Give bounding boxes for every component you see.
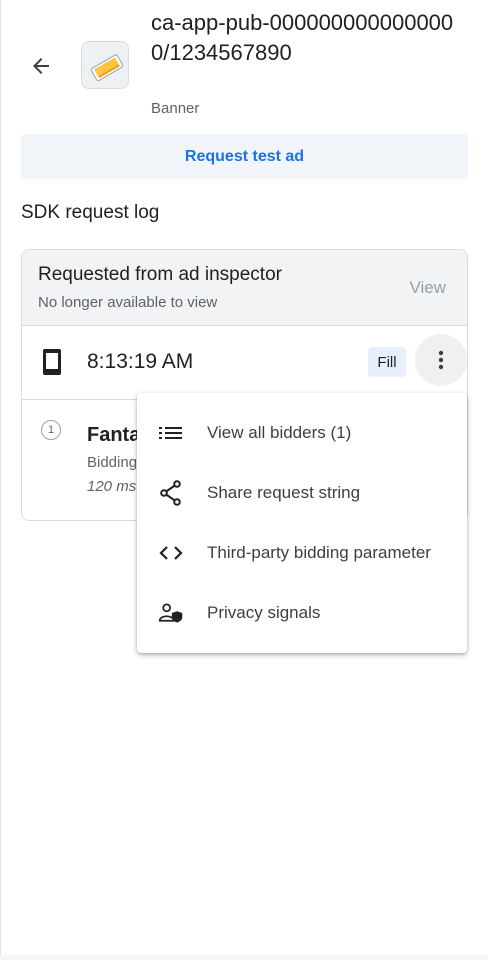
menu-item-privacy-signals[interactable]: Privacy signals: [137, 583, 467, 643]
app-icon: [81, 41, 129, 89]
log-card-subtitle: No longer available to view: [38, 294, 218, 311]
request-time: 8:13:19 AM: [87, 350, 194, 373]
menu-item-view-all-bidders[interactable]: View all bidders (1): [137, 403, 467, 463]
privacy-icon: [158, 601, 184, 625]
log-card-title: Requested from ad inspector: [38, 264, 282, 285]
more-options-button[interactable]: [415, 334, 467, 386]
request-row[interactable]: 8:13:19 AM Fill: [22, 326, 467, 400]
menu-item-third-party-bidding[interactable]: Third-party bidding parameter: [137, 523, 467, 583]
left-border: [0, 0, 1, 960]
ad-format-label: Banner: [151, 100, 200, 117]
share-icon: [158, 480, 184, 506]
request-test-ad-button[interactable]: Request test ad: [21, 134, 468, 179]
overflow-menu: View all bidders (1) Share request strin…: [137, 393, 467, 653]
fill-status-badge: Fill: [368, 347, 406, 377]
log-card-header: Requested from ad inspector No longer av…: [22, 250, 467, 326]
bottom-strip: [0, 955, 488, 960]
menu-item-label: View all bidders (1): [207, 423, 352, 442]
arrow-back-icon: [33, 58, 49, 74]
more-vert-icon: [438, 350, 444, 370]
request-test-ad-label: Request test ad: [184, 147, 305, 165]
rank-badge: 1: [41, 420, 61, 440]
bidder-name: Fanta: [87, 424, 141, 446]
code-icon: [158, 541, 184, 565]
menu-item-label: Share request string: [207, 483, 361, 502]
menu-item-share-request-string[interactable]: Share request string: [137, 463, 467, 523]
ad-unit-id: ca-app-pub-0000000000000000/1234567890: [151, 10, 454, 65]
menu-item-label: Third-party bidding parameter: [207, 543, 431, 562]
section-title: SDK request log: [21, 202, 160, 223]
back-button[interactable]: [22, 47, 60, 85]
list-icon: [158, 421, 184, 445]
bidder-type: Bidding: [87, 454, 138, 471]
bidder-latency: 120 ms: [87, 478, 137, 495]
view-link[interactable]: View: [409, 278, 446, 298]
menu-item-label: Privacy signals: [207, 603, 321, 622]
phone-icon: [40, 348, 64, 381]
